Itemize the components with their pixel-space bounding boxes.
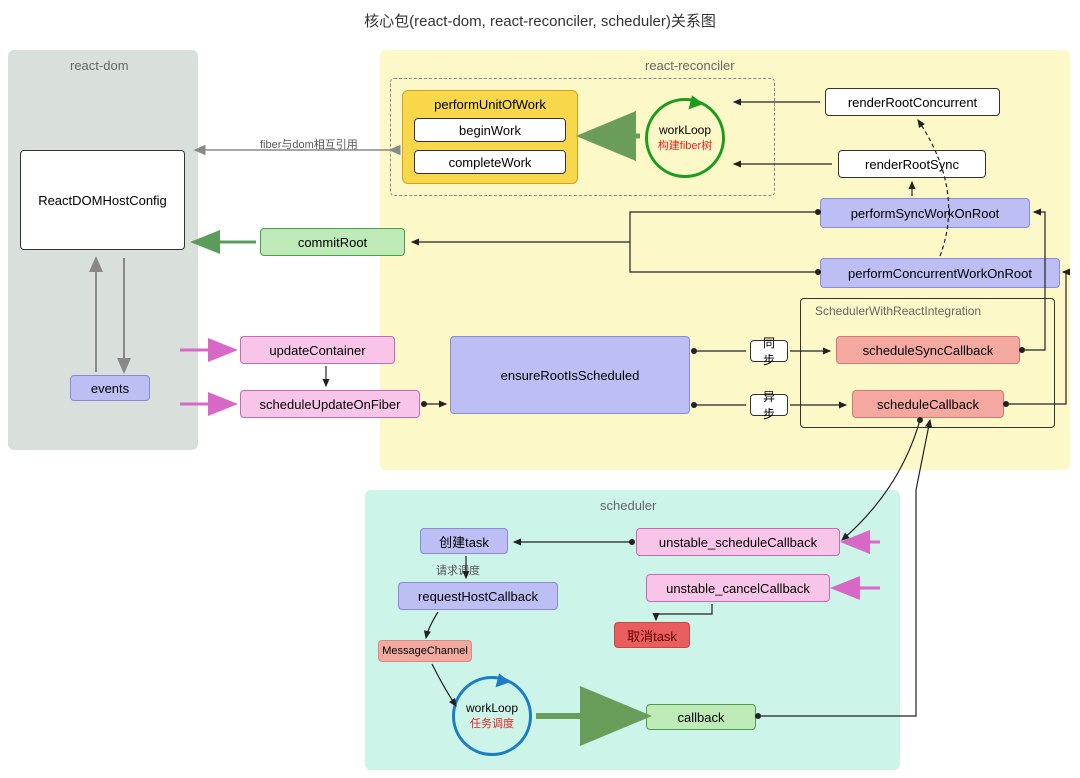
schedule-update-on-fiber: scheduleUpdateOnFiber <box>240 390 420 418</box>
diagram-title: 核心包(react-dom, react-reconciler, schedul… <box>0 10 1080 31</box>
complete-work: completeWork <box>414 150 566 174</box>
fiber-dom-label: fiber与dom相互引用 <box>260 136 358 152</box>
scheduler-label: scheduler <box>600 498 656 513</box>
callback-box: callback <box>646 704 756 730</box>
ensure-root-is-scheduled: ensureRootIsScheduled <box>450 336 690 414</box>
sync-label: 同步 <box>750 340 788 362</box>
workloop-scheduler-label: workLoop <box>466 701 518 715</box>
react-dom-label: react-dom <box>70 58 129 73</box>
workloop-scheduler: workLoop 任务调度 <box>452 676 532 756</box>
workloop-scheduler-sub: 任务调度 <box>470 715 514 731</box>
commit-root: commitRoot <box>260 228 405 256</box>
begin-work: beginWork <box>414 118 566 142</box>
schedule-sync-callback: scheduleSyncCallback <box>836 336 1020 364</box>
cancel-task: 取消task <box>614 622 690 648</box>
render-root-concurrent: renderRootConcurrent <box>825 88 1000 116</box>
perform-sync-work-on-root: performSyncWorkOnRoot <box>820 198 1030 228</box>
request-scheduling-label: 请求调度 <box>436 562 480 578</box>
message-channel: MessageChannel <box>378 640 472 662</box>
schedule-callback: scheduleCallback <box>852 390 1004 418</box>
react-reconciler-label: react-reconciler <box>645 58 735 73</box>
unstable-cancel-callback: unstable_cancelCallback <box>646 574 830 602</box>
workloop-fiber-label: workLoop <box>659 123 711 137</box>
unstable-schedule-callback: unstable_scheduleCallback <box>636 528 840 556</box>
react-dom-host-config: ReactDOMHostConfig <box>20 150 185 250</box>
workloop-fiber: workLoop 构建fiber树 <box>645 98 725 178</box>
scheduler-with-react-integration-label: SchedulerWithReactIntegration <box>815 304 981 318</box>
request-host-callback: requestHostCallback <box>398 582 558 610</box>
events-box: events <box>70 375 150 401</box>
workloop-fiber-sub: 构建fiber树 <box>658 137 712 153</box>
render-root-sync: renderRootSync <box>838 150 986 178</box>
create-task: 创建task <box>420 528 508 554</box>
perform-unit-of-work-label: performUnitOfWork <box>434 97 546 112</box>
update-container: updateContainer <box>240 336 395 364</box>
perform-concurrent-work-on-root: performConcurrentWorkOnRoot <box>820 258 1060 288</box>
async-label: 异步 <box>750 394 788 416</box>
